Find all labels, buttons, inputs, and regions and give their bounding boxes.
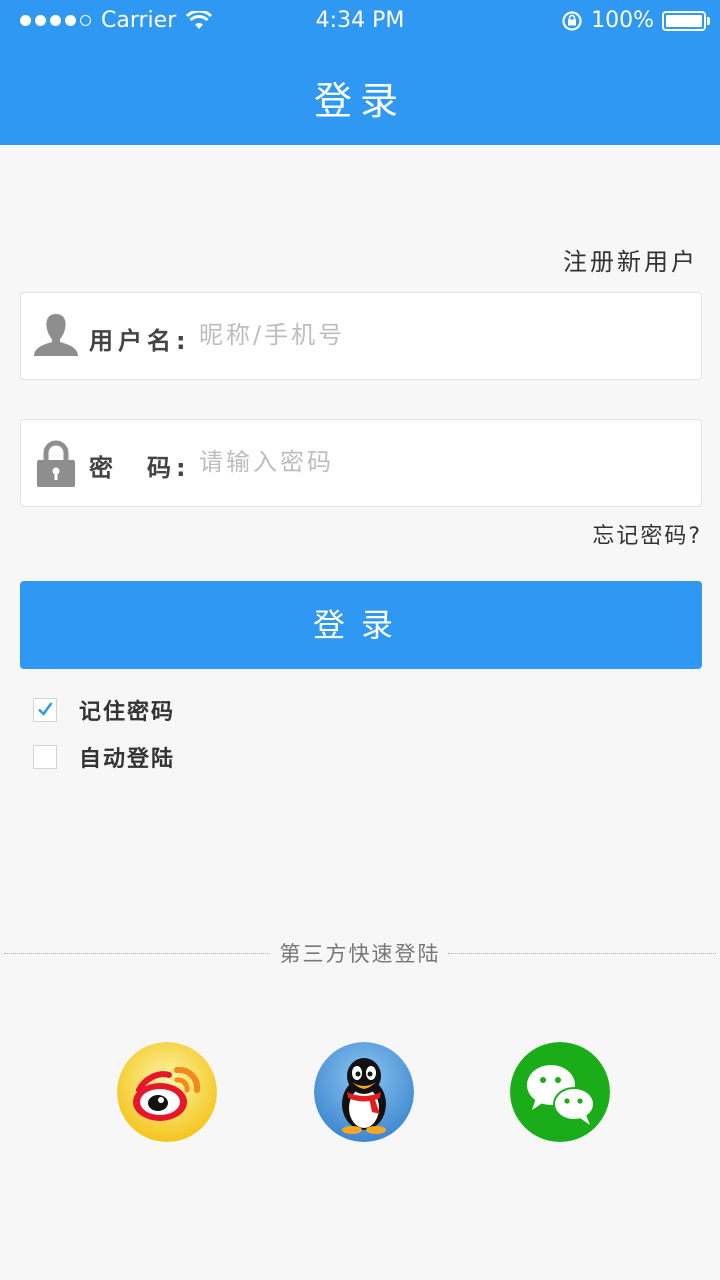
forgot-password-link[interactable]: 忘记密码? <box>592 518 702 550</box>
remember-password-checkbox[interactable] <box>33 698 57 722</box>
wechat-icon <box>510 1042 610 1142</box>
auto-login-label: 自动登陆 <box>79 747 176 772</box>
username-field[interactable]: 用户名: <box>20 292 702 380</box>
page-title: 登录 <box>313 79 406 123</box>
weibo-icon <box>117 1042 217 1142</box>
user-icon <box>34 314 78 356</box>
password-input[interactable] <box>199 442 679 482</box>
username-label: 用户名: <box>89 327 191 355</box>
remember-password-label: 记住密码 <box>79 700 176 725</box>
checkmark-icon <box>38 702 53 716</box>
qq-login-button[interactable] <box>314 1042 414 1142</box>
lock-icon <box>37 440 75 487</box>
password-field[interactable]: 密 码: <box>20 419 702 507</box>
header-bar: Carrier 4:34 PM 100% 登录 <box>0 0 720 145</box>
battery-icon <box>662 10 710 31</box>
rotation-lock-icon <box>562 10 582 31</box>
weibo-login-button[interactable] <box>117 1042 217 1142</box>
login-button[interactable]: 登录 <box>20 581 702 669</box>
password-label: 密 码: <box>89 454 191 482</box>
remember-password-option[interactable]: 记住密码 <box>33 694 175 726</box>
username-input[interactable] <box>199 315 679 355</box>
wechat-login-button[interactable] <box>510 1042 610 1142</box>
auto-login-checkbox[interactable] <box>33 745 57 769</box>
status-bar: Carrier 4:34 PM 100% <box>0 0 720 44</box>
third-party-label: 第三方快速登陆 <box>279 942 441 966</box>
register-link[interactable]: 注册新用户 <box>563 242 698 277</box>
battery-percent: 100% <box>591 8 654 33</box>
qq-icon <box>314 1042 414 1142</box>
auto-login-option[interactable]: 自动登陆 <box>33 741 175 773</box>
